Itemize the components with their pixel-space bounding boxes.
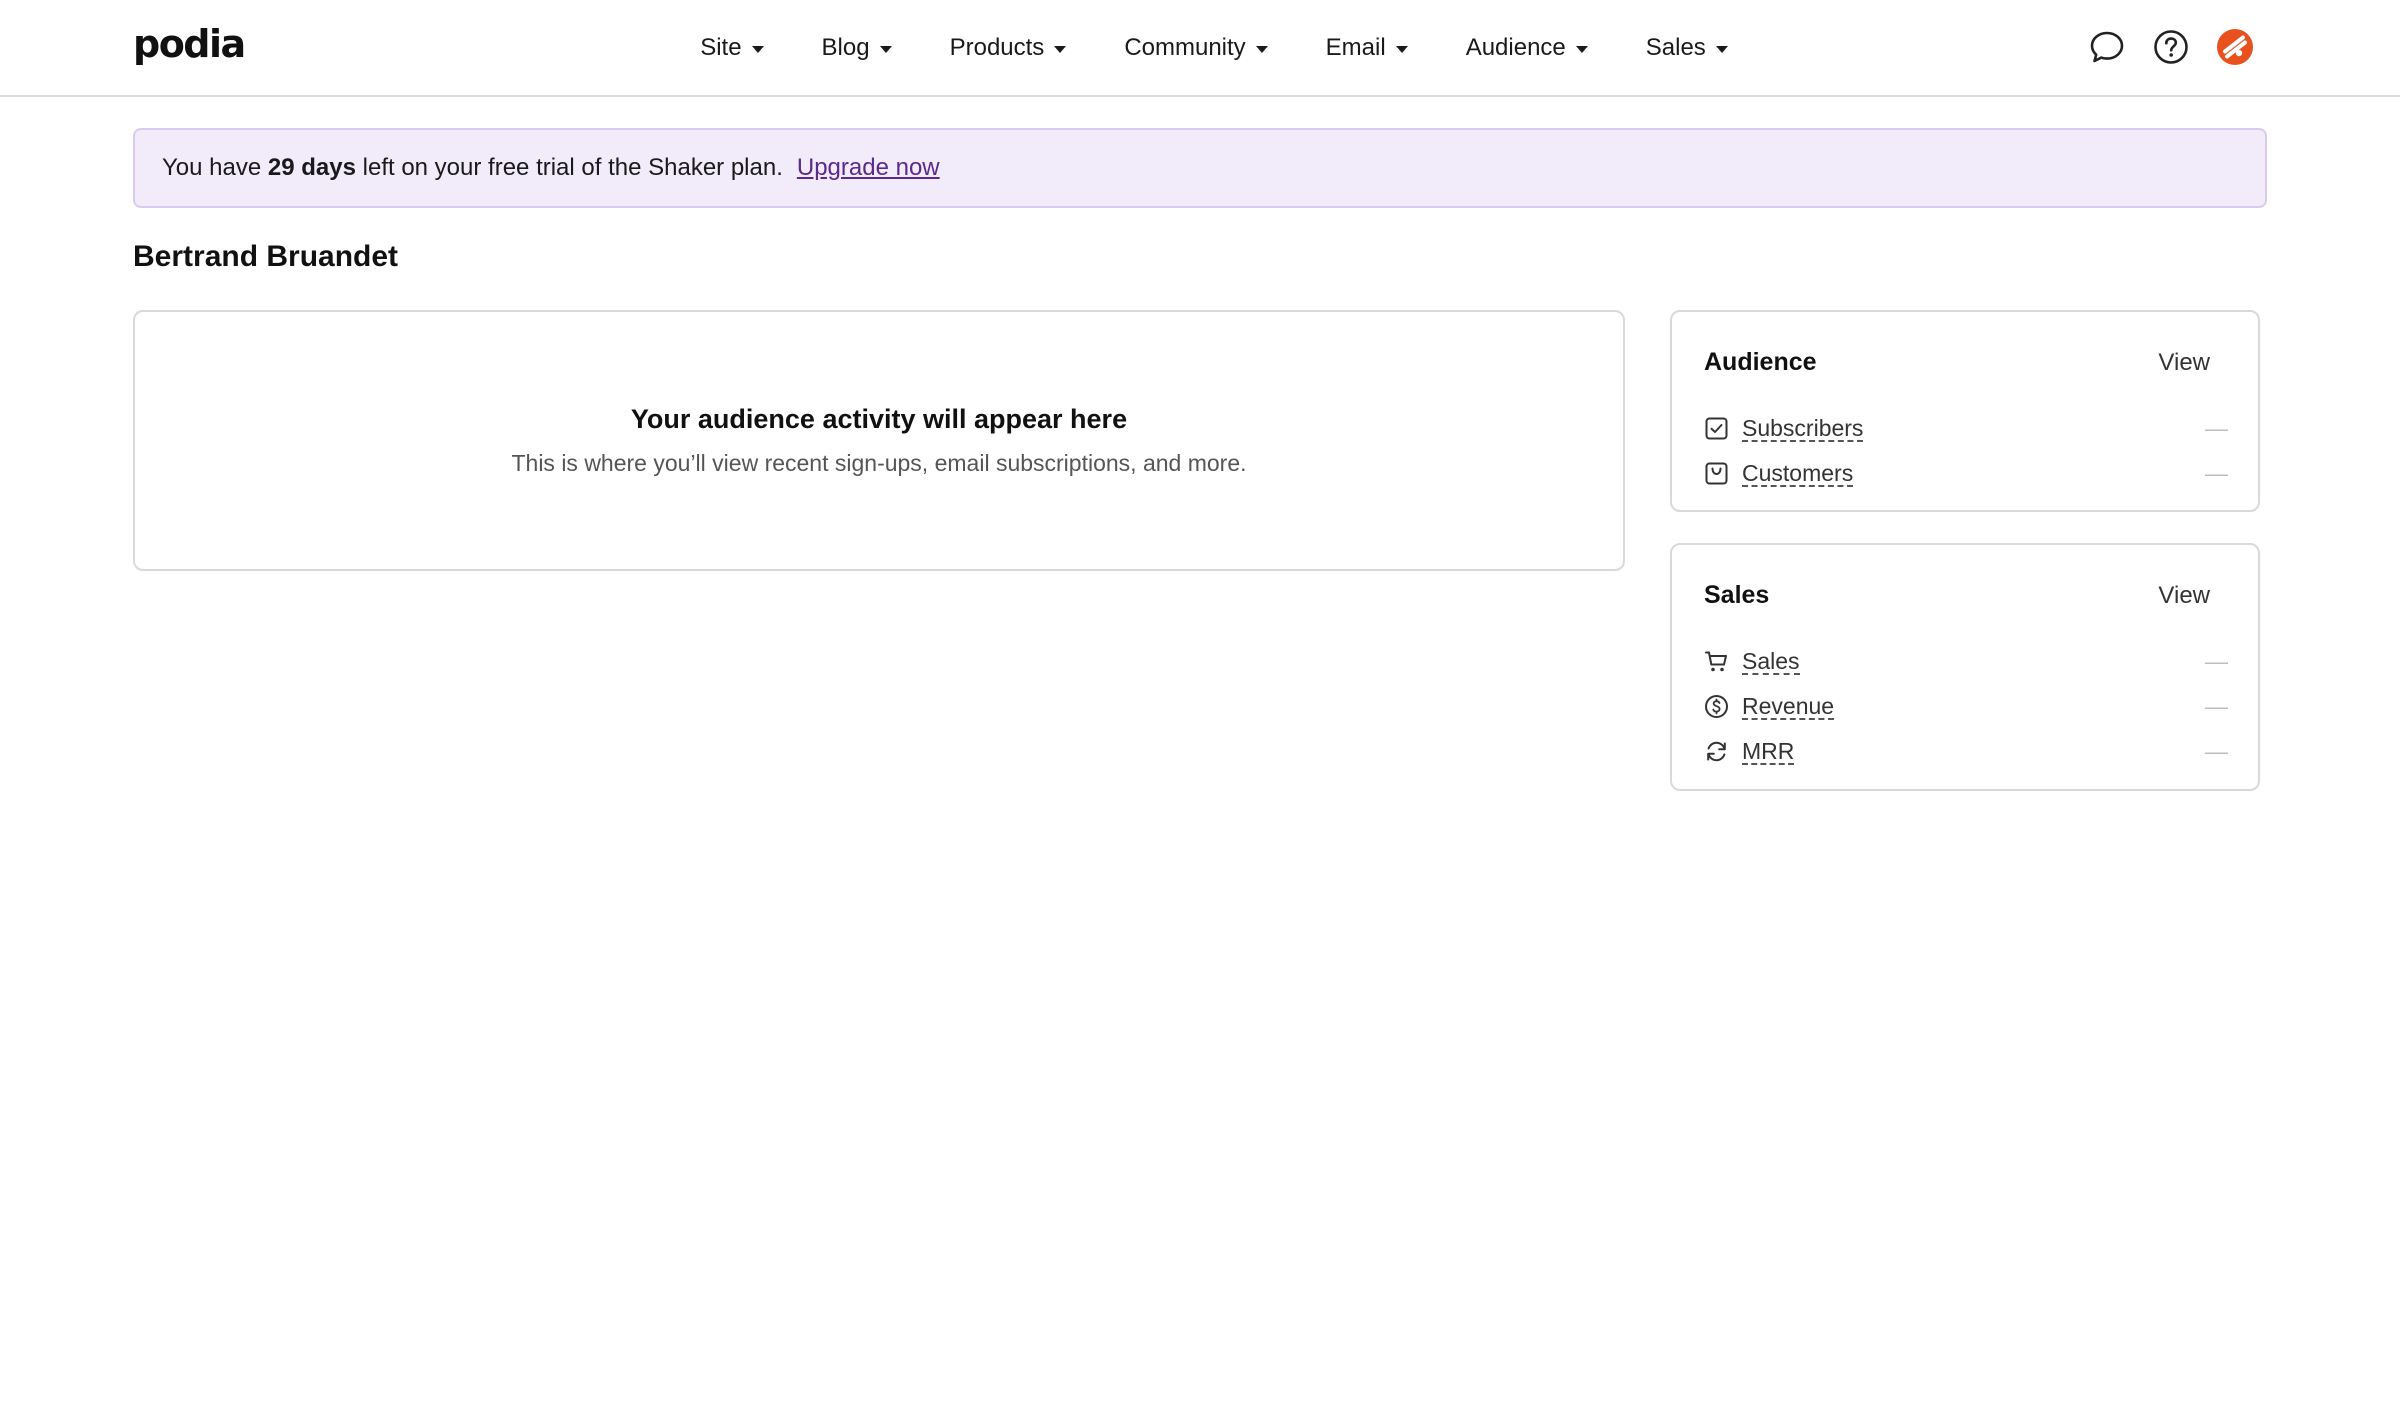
caret-down-icon [1715,45,1728,53]
nav-item-label: Community [1124,33,1246,61]
caret-down-icon [1575,45,1588,53]
activity-empty-subtext: This is where you’ll view recent sign-up… [511,450,1247,476]
subscribers-label[interactable]: Subscribers [1742,416,1864,442]
caret-down-icon [1395,45,1408,53]
sales-stats-card: Sales View Sales — Revenue — MRR — [1670,543,2260,791]
nav-item-label: Products [949,33,1045,61]
nav-item-label: Audience [1465,33,1566,61]
revenue-value: — [2205,693,2228,719]
caret-down-icon [1054,45,1067,53]
shopping-bag-icon [1705,462,1728,485]
cart-icon [1705,651,1727,672]
caret-down-icon [751,45,764,53]
nav-item-email[interactable]: Email [1326,34,1408,62]
audience-activity-card: Your audience activity will appear here … [133,310,1625,571]
caret-down-icon [1255,45,1268,53]
trial-days-remaining: 29 days [267,154,356,181]
header-actions [2088,28,2254,66]
account-avatar-icon[interactable] [2216,28,2254,66]
subscribers-value: — [2205,415,2228,441]
sales-label[interactable]: Sales [1742,649,1800,675]
revenue-label[interactable]: Revenue [1742,694,1835,720]
mrr-label[interactable]: MRR [1742,739,1795,765]
nav-item-label: Site [700,33,742,61]
top-navigation-bar: podia Site Blog Products Community Email [0,0,2400,97]
upgrade-now-link[interactable]: Upgrade now [797,154,940,182]
page-title: Bertrand Bruandet [133,240,399,273]
stat-row-revenue: Revenue — [1704,684,2228,729]
chat-bubble-icon[interactable] [2088,28,2126,66]
nav-item-site[interactable]: Site [700,33,764,62]
nav-item-label: Email [1325,33,1386,61]
refresh-icon [1707,741,1726,762]
stat-row-subscribers: Subscribers — [1704,406,2228,451]
stat-row-sales: Sales — [1704,639,2228,684]
dollar-circle-icon [1705,695,1728,718]
stat-row-customers: Customers — [1704,451,2228,496]
customers-label[interactable]: Customers [1742,461,1854,487]
sales-view-link[interactable]: View [2158,582,2210,610]
nav-item-blog[interactable]: Blog [822,34,892,62]
sales-value: — [2205,648,2228,674]
stat-row-mrr: MRR — [1704,729,2228,774]
trial-banner: You have 29 days left on your free trial… [133,128,2267,208]
activity-empty-heading: Your audience activity will appear here [630,404,1128,434]
nav-item-sales[interactable]: Sales [1646,34,1728,62]
customers-value: — [2205,460,2228,486]
main-nav: Site Blog Products Community Email Audie… [0,0,2400,95]
podia-logo[interactable]: podia [133,22,246,66]
nav-item-community[interactable]: Community [1124,33,1268,62]
audience-view-link[interactable]: View [2158,349,2210,377]
audience-card-title: Audience [1704,348,1817,376]
audience-stats-card: Audience View Subscribers — Customers — [1670,310,2260,512]
banner-text-after: left on your free trial of the Shaker pl… [355,154,783,181]
sales-card-title: Sales [1704,581,1770,609]
banner-text-before: You have [162,154,268,181]
nav-item-products[interactable]: Products [950,34,1067,62]
mrr-value: — [2205,738,2228,764]
nav-item-audience[interactable]: Audience [1466,34,1588,62]
nav-item-label: Blog [821,33,870,61]
help-circle-icon[interactable] [2152,28,2190,66]
nav-item-label: Sales [1645,33,1706,61]
checkbox-icon [1705,417,1728,440]
caret-down-icon [879,45,892,53]
